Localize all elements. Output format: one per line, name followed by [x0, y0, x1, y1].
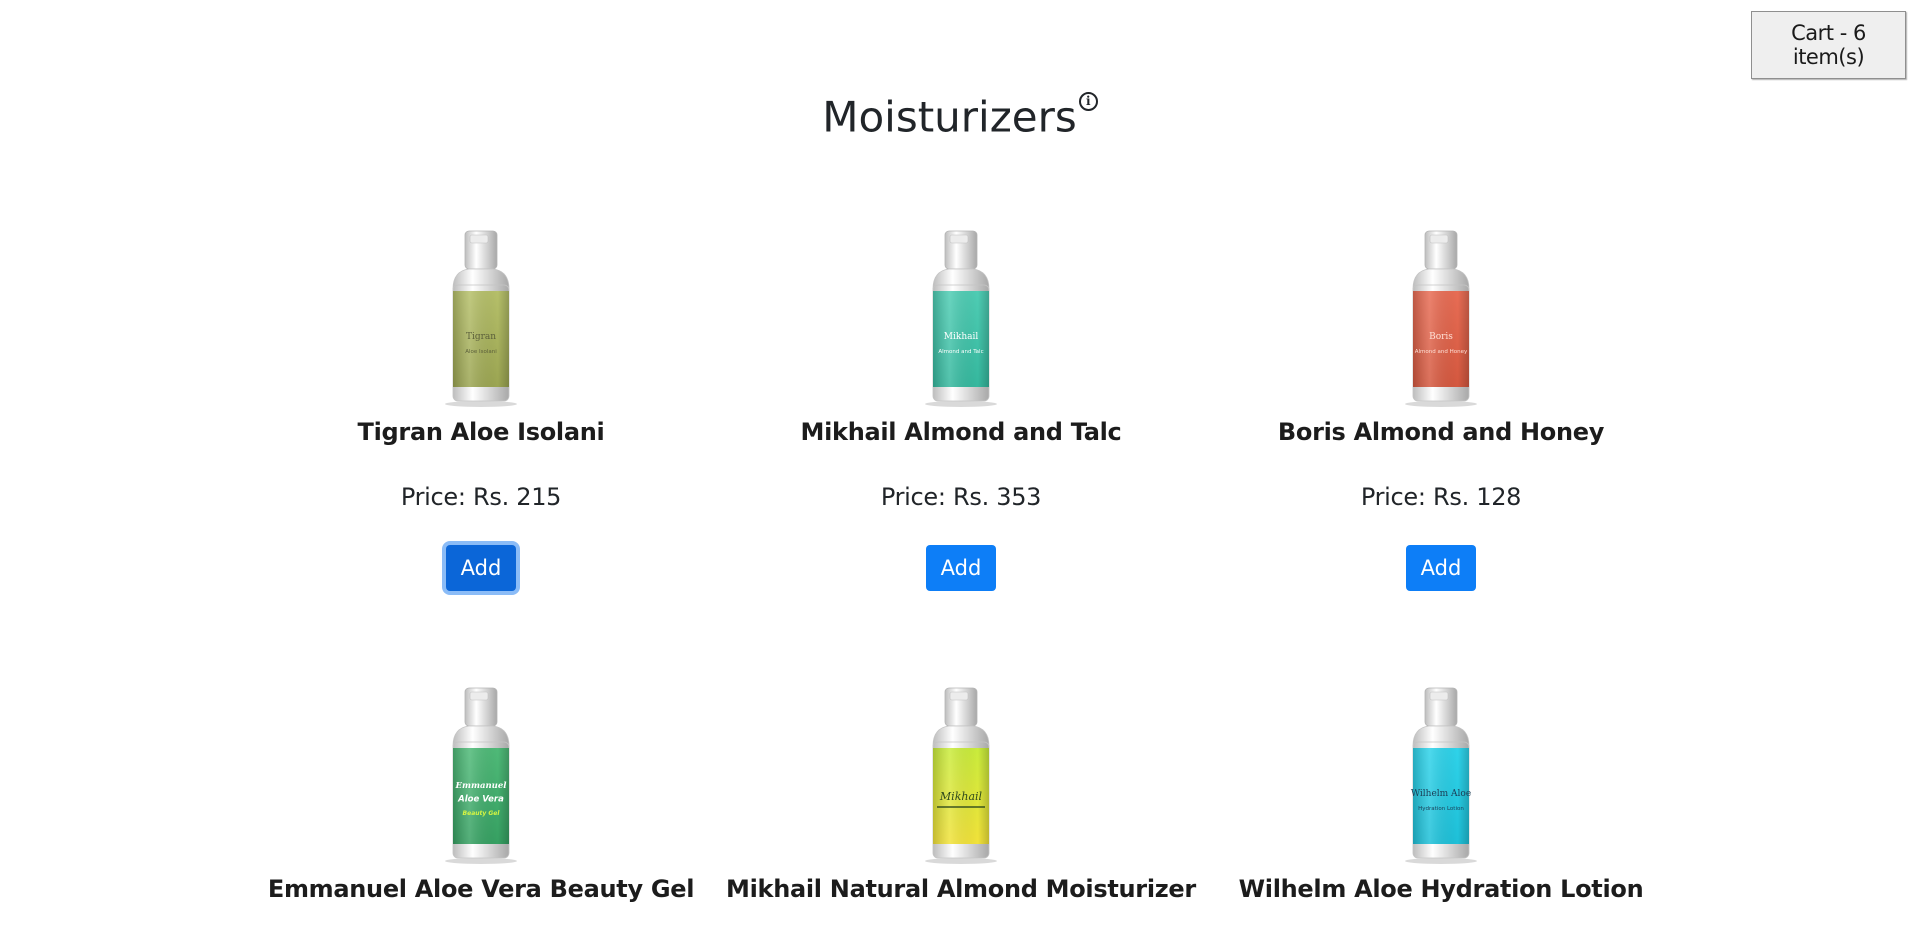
bottle-shadow — [445, 401, 517, 407]
bottle-shadow — [1405, 858, 1477, 864]
bottle-label-text: Aloe Vera — [457, 795, 504, 805]
bottle-cap-flip — [1429, 691, 1449, 701]
bottle-label-text: Mikhail — [939, 790, 983, 803]
product-name: Wilhelm Aloe Hydration Lotion — [1238, 875, 1644, 903]
product-image: Mikhail Almond and Talc — [925, 230, 997, 407]
product-name: Emmanuel Aloe Vera Beauty Gel — [267, 875, 695, 903]
product-image: Tigran Aloe Isolani — [445, 230, 517, 407]
bottle-cap-flip — [469, 691, 489, 701]
bottle-label-text: Emmanuel — [455, 781, 508, 791]
bottle-shadow — [445, 858, 517, 864]
product-card: Mikhail Mikhail Natural Almond Moisturiz… — [726, 684, 1196, 906]
product-card: Emmanuel Aloe Vera Beauty Gel Emmanuel Alo… — [246, 684, 716, 906]
product-name: Mikhail Almond and Talc — [800, 418, 1122, 446]
add-button[interactable]: Add — [1406, 545, 1476, 591]
product-image: Wilhelm Aloe Hydration Lotion — [1405, 687, 1477, 864]
bottle-cap-flip — [949, 234, 969, 244]
product-image: Boris Almond and Honey — [1405, 230, 1477, 407]
bottle-cap-flip — [469, 234, 489, 244]
bottle-label-text: Beauty Gel — [463, 810, 501, 817]
bottle-label-text: Almond and Honey — [1415, 349, 1468, 355]
bottle-label-text: Wilhelm Aloe — [1411, 789, 1471, 799]
product-card: Boris Almond and Honey Boris Almond and H… — [1206, 227, 1676, 591]
product-name: Boris Almond and Honey — [1277, 418, 1605, 446]
product-name: Tigran Aloe Isolani — [357, 418, 605, 446]
add-button[interactable]: Add — [926, 545, 996, 591]
product-image: Emmanuel Aloe Vera Beauty Gel — [445, 687, 517, 864]
product-card: Tigran Aloe Isolani Tigran Aloe Isolani P… — [246, 227, 716, 591]
product-name: Mikhail Natural Almond Moisturizer — [726, 875, 1196, 903]
product-price: Price: Rs. 353 — [880, 483, 1042, 511]
bottle-shadow — [1405, 401, 1477, 407]
product-card: Wilhelm Aloe Hydration Lotion Wilhelm Alo… — [1206, 684, 1676, 906]
add-button[interactable]: Add — [446, 545, 516, 591]
product-price: Price: Rs. 128 — [1360, 483, 1522, 511]
bottle-shadow — [925, 401, 997, 407]
bottle-label-text: Aloe Isolani — [465, 349, 497, 355]
bottle-cap-flip — [1429, 234, 1449, 244]
bottle-label-text: Boris — [1429, 332, 1453, 342]
bottle-cap-flip — [949, 691, 969, 701]
bottle-label-text: Mikhail — [944, 332, 979, 342]
bottle-shadow — [925, 858, 997, 864]
product-grid: Tigran Aloe Isolani Tigran Aloe Isolani P… — [0, 0, 1920, 937]
bottle-label-text: Tigran — [466, 332, 496, 342]
bottle-label-text: Almond and Talc — [938, 349, 983, 355]
bottle-label-stripe — [937, 806, 985, 808]
bottle-label-text: Hydration Lotion — [1418, 806, 1464, 812]
product-price: Price: Rs. 215 — [400, 483, 562, 511]
product-card: Mikhail Almond and Talc Mikhail Almond an… — [726, 227, 1196, 591]
product-image: Mikhail — [925, 687, 997, 864]
